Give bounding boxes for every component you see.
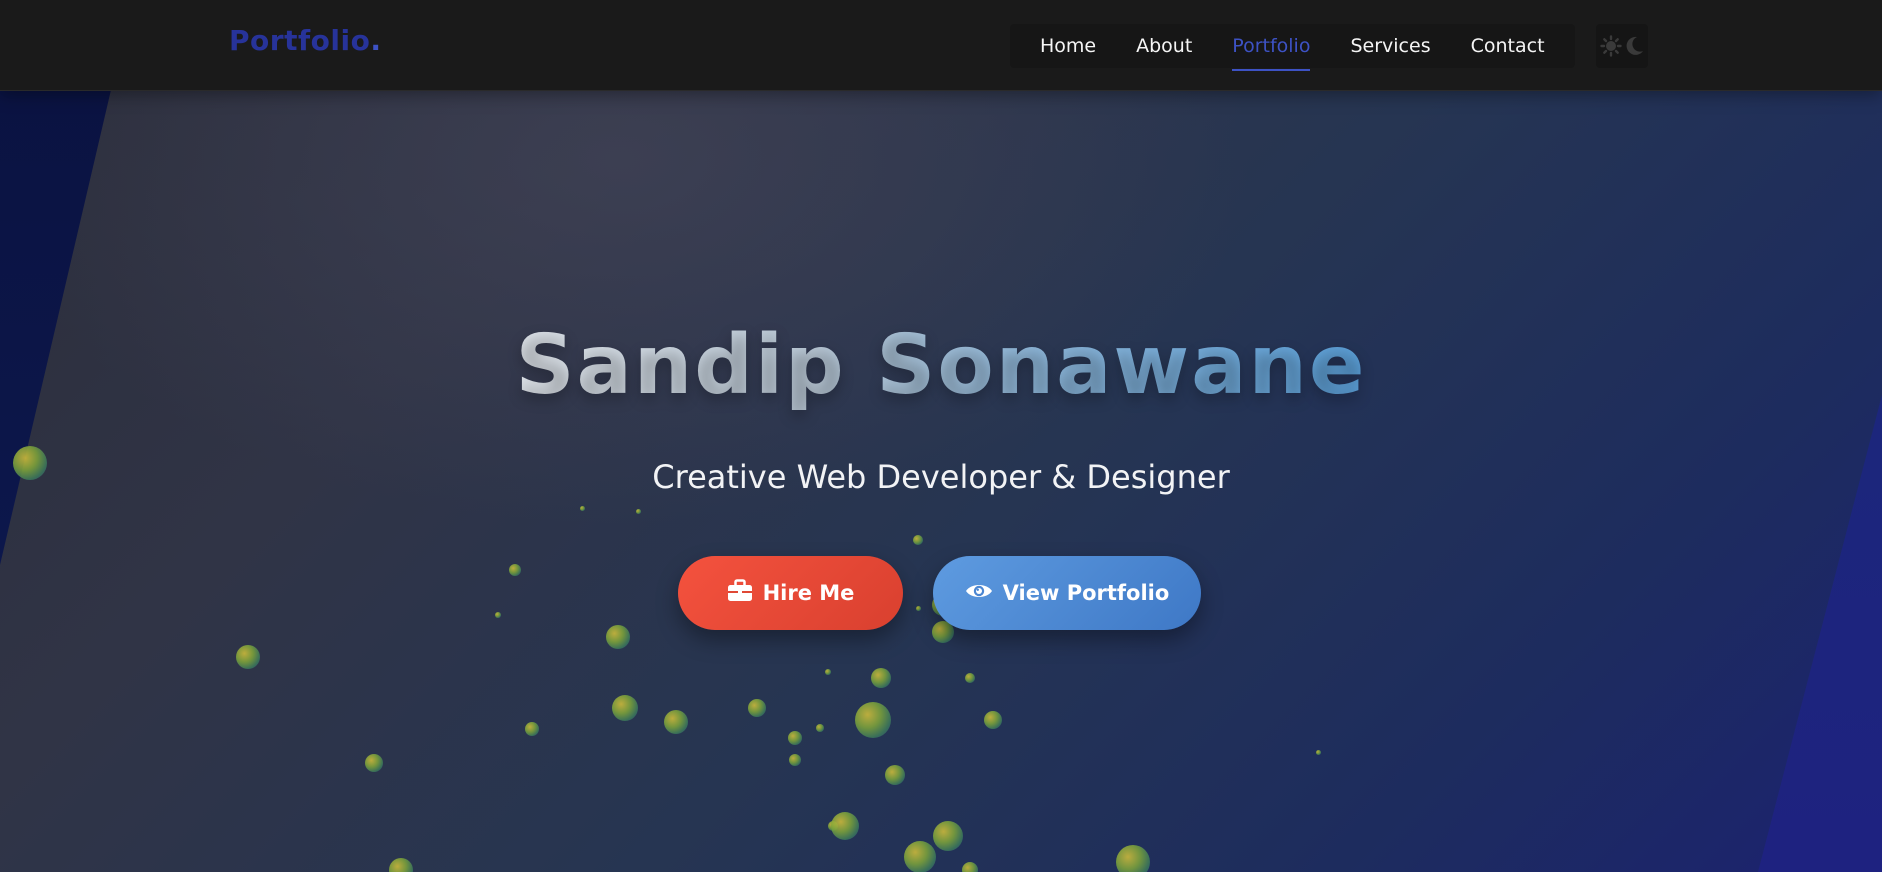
particle-bubble (664, 710, 688, 734)
particle-bubble (965, 673, 975, 683)
particle-bubble (885, 765, 905, 785)
particle-bubble (855, 702, 891, 738)
top-navbar: Portfolio. Home About Portfolio Services… (0, 0, 1882, 91)
particle-bubble (1315, 749, 1321, 755)
particle-bubble (525, 722, 539, 736)
particle-bubble (1116, 845, 1150, 872)
logo-text: Portfolio (229, 24, 371, 57)
view-portfolio-label: View Portfolio (1002, 581, 1170, 605)
particle-bubble (612, 695, 638, 721)
particle-bubble (871, 668, 891, 688)
sun-icon (1600, 35, 1622, 57)
theme-toggle-button[interactable] (1596, 24, 1648, 68)
nav-link-home[interactable]: Home (1040, 27, 1096, 65)
decorative-right-wedge (1758, 395, 1882, 872)
hero-title-text: Sandip Sonawane (515, 318, 1367, 413)
particle-bubble (236, 645, 260, 669)
particle-bubble (962, 862, 978, 872)
hero-title: Sandip Sonawane (0, 318, 1882, 413)
particle-bubble (788, 731, 802, 745)
logo-dot: . (370, 24, 382, 57)
nav-menu: Home About Portfolio Services Contact (1010, 24, 1575, 71)
particle-bubble (984, 711, 1002, 729)
particle-bubble (913, 535, 923, 545)
particle-bubble (635, 508, 641, 514)
hire-me-button[interactable]: Hire Me (678, 556, 903, 630)
view-portfolio-button[interactable]: View Portfolio (933, 556, 1201, 630)
particle-bubble (933, 821, 963, 851)
briefcase-icon (727, 578, 753, 608)
particle-bubble (915, 605, 921, 611)
particle-bubble (904, 841, 936, 872)
particle-bubble (509, 564, 521, 576)
moon-icon (1624, 35, 1644, 57)
eye-icon (965, 581, 993, 606)
particle-bubble (748, 699, 766, 717)
particle-bubble (831, 812, 859, 840)
decorative-left-wedge (0, 0, 132, 565)
particle-bubble (495, 612, 501, 618)
nav-link-services[interactable]: Services (1350, 27, 1430, 65)
nav-link-portfolio[interactable]: Portfolio (1232, 27, 1311, 71)
nav-link-about[interactable]: About (1136, 27, 1192, 65)
particle-bubble (389, 858, 413, 872)
nav-link-contact[interactable]: Contact (1471, 27, 1545, 65)
particle-bubble (579, 505, 585, 511)
particle-bubble (789, 754, 801, 766)
particle-bubble (816, 724, 824, 732)
particle-bubble (365, 754, 383, 772)
hero-section: Sandip Sonawane Creative Web Developer &… (0, 0, 1882, 872)
particle-bubble (825, 669, 831, 675)
hire-me-label: Hire Me (762, 581, 855, 605)
hero-subtitle: Creative Web Developer & Designer (652, 458, 1230, 496)
particle-bubble (606, 625, 630, 649)
logo[interactable]: Portfolio. (229, 24, 381, 57)
